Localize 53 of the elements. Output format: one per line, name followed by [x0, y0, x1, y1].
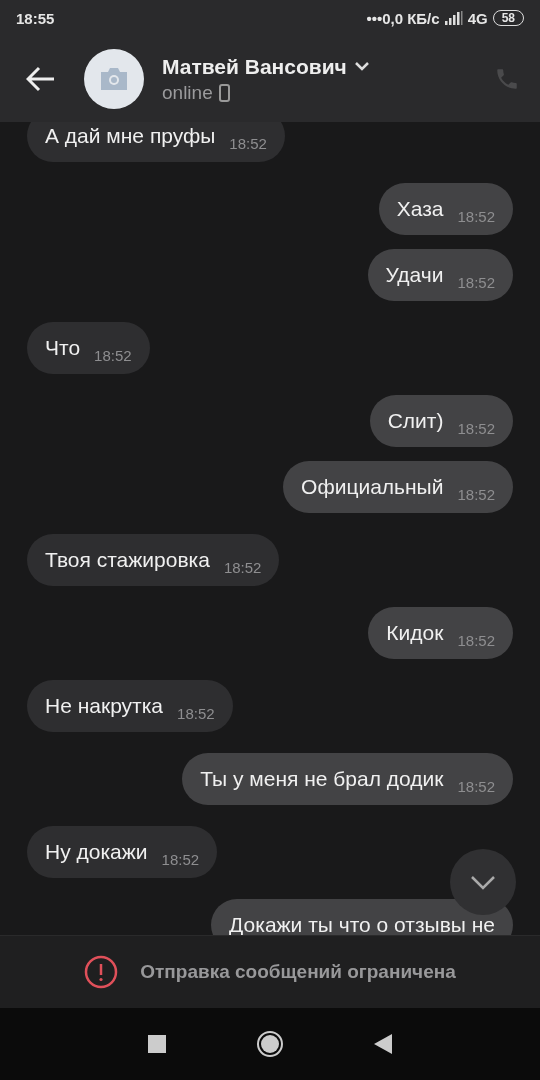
outgoing-message[interactable]: Ты у меня не брал додик 18:52	[182, 753, 513, 805]
back-button[interactable]	[26, 66, 56, 92]
online-status: online	[162, 81, 213, 104]
home-button[interactable]	[256, 1030, 284, 1058]
message-text: Официальный	[301, 475, 444, 499]
network-type: 4G	[467, 9, 488, 27]
message-time: 18:52	[229, 134, 267, 152]
back-nav-button[interactable]	[374, 1034, 392, 1054]
message-text: Ну докажи	[45, 840, 148, 864]
square-icon	[148, 1035, 166, 1053]
chevron-down-icon[interactable]	[354, 62, 369, 71]
triangle-icon	[374, 1034, 392, 1054]
message-text: Кидок	[386, 621, 444, 645]
back-arrow-icon	[26, 66, 56, 92]
warning-icon	[84, 955, 119, 989]
message-text: Не накрутка	[45, 694, 164, 718]
message-time: 18:52	[177, 704, 215, 722]
message-time: 18:52	[457, 631, 495, 649]
message-time: 18:52	[223, 558, 262, 576]
message-time: 18:52	[457, 419, 495, 437]
outgoing-message[interactable]: Хаза 18:52	[378, 183, 513, 235]
outgoing-message[interactable]: Слит) 18:52	[369, 395, 513, 447]
message-time: 18:52	[457, 485, 495, 503]
incoming-message[interactable]: Не накрутка 18:52	[27, 680, 233, 732]
circle-icon	[256, 1030, 284, 1058]
outgoing-message[interactable]: Официальный 18:52	[283, 461, 513, 513]
message-text: Хаза	[396, 197, 444, 221]
chevron-down-icon	[470, 874, 496, 890]
contact-name[interactable]: Матвей Вансович	[162, 54, 347, 79]
incoming-message[interactable]: Твоя стажировка 18:52	[27, 534, 280, 586]
message-time: 18:52	[457, 777, 495, 795]
message-text: Что	[45, 336, 81, 360]
outgoing-message[interactable]: Удачи 18:52	[367, 249, 513, 301]
incoming-message[interactable]: Ну докажи 18:52	[27, 826, 218, 878]
signal-icon	[444, 11, 463, 25]
incoming-message[interactable]: Что 18:52	[27, 322, 150, 374]
restriction-notice: Отправка сообщений ограничена	[140, 961, 456, 983]
message-text: Удачи	[385, 263, 444, 287]
camera-icon	[99, 67, 129, 91]
message-text: Слит)	[387, 409, 444, 433]
message-time: 18:52	[94, 346, 132, 364]
network-speed: •••0,0 КБ/с	[366, 9, 440, 27]
phone-device-icon	[218, 83, 230, 102]
clock: 18:55	[16, 9, 55, 27]
message-time: 18:52	[457, 207, 495, 225]
avatar[interactable]	[84, 49, 144, 109]
message-text: А дай мне пруфы	[45, 124, 216, 148]
message-time: 18:52	[457, 273, 495, 291]
incoming-message[interactable]: А дай мне пруфы 18:52	[27, 122, 285, 162]
outgoing-message[interactable]: Кидок 18:52	[368, 607, 513, 659]
message-text: Ты у меня не брал додик	[200, 767, 444, 791]
message-text: Твоя стажировка	[45, 548, 210, 572]
message-time: 18:52	[161, 850, 200, 868]
